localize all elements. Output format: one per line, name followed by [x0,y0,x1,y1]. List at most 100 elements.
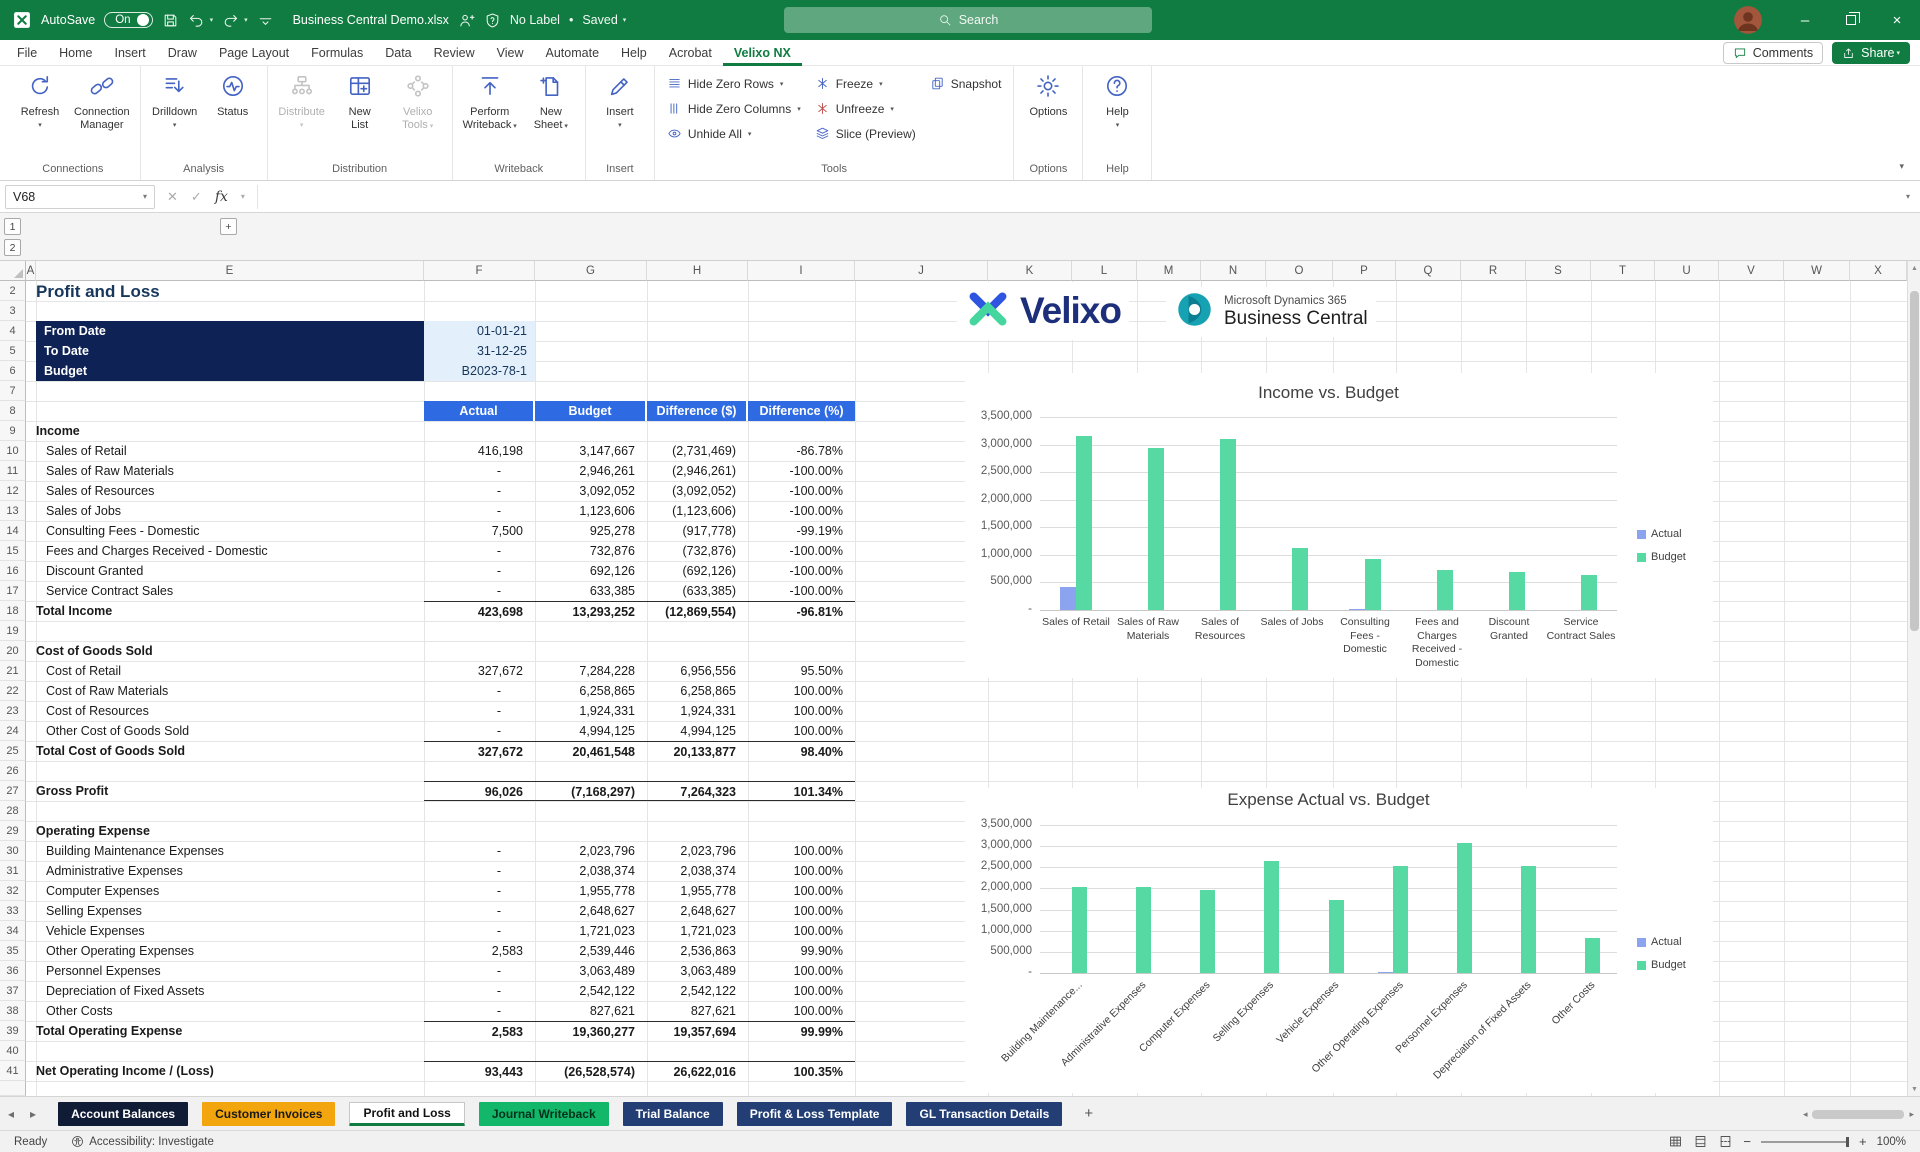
value-cell[interactable]: 827,621 [535,1001,647,1021]
zoom-level[interactable]: 100% [1877,1136,1906,1148]
chart-income-vs-budget[interactable]: Income vs. Budget-500,0001,000,0001,500,… [965,373,1713,678]
value-cell[interactable]: - [424,961,535,981]
value-cell[interactable]: (2,946,261) [647,461,748,481]
unhide-all-button[interactable]: Unhide All▾ [660,121,808,146]
row-label[interactable]: Gross Profit [36,781,424,801]
value-cell[interactable]: - [424,561,535,581]
table-column-header[interactable]: Budget [535,401,647,421]
value-cell[interactable]: 4,994,125 [647,721,748,741]
value-cell[interactable]: - [424,461,535,481]
value-cell[interactable]: - [424,581,535,601]
row-label[interactable]: Operating Expense [36,821,424,841]
column-header-E[interactable]: E [36,261,424,281]
value-cell[interactable]: 96,026 [424,781,535,801]
share-button[interactable]: Share ▾ [1832,42,1910,64]
row-header-4[interactable]: 4 [0,321,26,341]
value-cell[interactable]: 2,539,446 [535,941,647,961]
row-label[interactable]: Income [36,421,424,441]
column-header-V[interactable]: V [1719,261,1784,281]
undo-dropdown-icon[interactable]: ▾ [210,17,214,24]
param-label[interactable]: From Date [36,321,424,341]
value-cell[interactable]: 327,672 [424,661,535,681]
value-cell[interactable]: 1,955,778 [535,881,647,901]
menu-tab-view[interactable]: View [486,40,535,66]
value-cell[interactable]: 3,092,052 [535,481,647,501]
snapshot-button[interactable]: Snapshot [923,71,1009,96]
column-header-X[interactable]: X [1850,261,1907,281]
menu-tab-draw[interactable]: Draw [157,40,208,66]
value-cell[interactable]: 100.00% [748,881,855,901]
value-cell[interactable]: 99.99% [748,1021,855,1041]
row-label[interactable]: Cost of Goods Sold [36,641,424,661]
value-cell[interactable]: - [424,701,535,721]
value-cell[interactable]: - [424,901,535,921]
row-header-3[interactable]: 3 [0,301,26,321]
row-label[interactable]: Cost of Retail [36,661,424,681]
value-cell[interactable]: 692,126 [535,561,647,581]
value-cell[interactable]: 416,198 [424,441,535,461]
value-cell[interactable]: 2,038,374 [647,861,748,881]
customize-qat-icon[interactable] [257,12,274,29]
select-all-corner[interactable] [0,261,26,281]
zoom-knob[interactable] [1846,1137,1849,1147]
value-cell[interactable]: 20,133,877 [647,741,748,761]
row-header-28[interactable]: 28 [0,801,26,821]
restore-button[interactable] [1828,0,1874,40]
value-cell[interactable]: 100.00% [748,981,855,1001]
value-cell[interactable]: 13,293,252 [535,601,647,621]
value-cell[interactable]: - [424,481,535,501]
value-cell[interactable]: 1,721,023 [535,921,647,941]
undo-icon[interactable] [188,12,205,29]
row-label[interactable]: Cost of Raw Materials [36,681,424,701]
autosave-toggle[interactable]: On [104,12,152,28]
table-column-header[interactable]: Difference (%) [748,401,855,421]
menu-tab-insert[interactable]: Insert [104,40,157,66]
outline-level-2-button[interactable]: 2 [4,239,21,256]
minimize-button[interactable]: – [1782,0,1828,40]
menu-tab-page-layout[interactable]: Page Layout [208,40,300,66]
column-header-P[interactable]: P [1333,261,1396,281]
table-column-header[interactable]: Difference ($) [647,401,748,421]
value-cell[interactable]: - [424,501,535,521]
value-cell[interactable]: 100.35% [748,1061,855,1081]
value-cell[interactable]: 4,994,125 [535,721,647,741]
value-cell[interactable]: 100.00% [748,721,855,741]
value-cell[interactable]: 2,542,122 [647,981,748,1001]
value-cell[interactable]: - [424,861,535,881]
column-header-I[interactable]: I [748,261,855,281]
value-cell[interactable]: 101.34% [748,781,855,801]
row-label[interactable]: Sales of Resources [36,481,424,501]
row-label[interactable]: Fees and Charges Received - Domestic [36,541,424,561]
column-header-W[interactable]: W [1784,261,1850,281]
value-cell[interactable]: 7,284,228 [535,661,647,681]
row-label[interactable]: Discount Granted [36,561,424,581]
row-header-25[interactable]: 25 [0,741,26,761]
column-header-S[interactable]: S [1526,261,1591,281]
menu-tab-automate[interactable]: Automate [535,40,611,66]
param-label[interactable]: To Date [36,341,424,361]
options-button[interactable]: Options [1019,68,1077,119]
value-cell[interactable]: 100.00% [748,681,855,701]
menu-tab-acrobat[interactable]: Acrobat [658,40,723,66]
row-header-19[interactable]: 19 [0,621,26,641]
value-cell[interactable]: 2,583 [424,941,535,961]
row-header-40[interactable]: 40 [0,1041,26,1061]
row-header-7[interactable]: 7 [0,381,26,401]
row-header-39[interactable]: 39 [0,1021,26,1041]
value-cell[interactable]: 98.40% [748,741,855,761]
excel-app-icon[interactable] [12,10,32,30]
sheet-tab-account-balances[interactable]: Account Balances [58,1102,188,1126]
menu-tab-help[interactable]: Help [610,40,658,66]
close-button[interactable]: × [1874,0,1920,40]
row-header-18[interactable]: 18 [0,601,26,621]
value-cell[interactable]: 19,357,694 [647,1021,748,1041]
unfreeze-button[interactable]: Unfreeze▾ [808,96,923,121]
value-cell[interactable]: 6,956,556 [647,661,748,681]
row-header-29[interactable]: 29 [0,821,26,841]
row-label[interactable]: Service Contract Sales [36,581,424,601]
horizontal-scroll-thumb[interactable] [1812,1110,1904,1119]
column-header-U[interactable]: U [1655,261,1719,281]
param-value[interactable]: B2023-78-1 [424,361,535,381]
value-cell[interactable]: 2,542,122 [535,981,647,1001]
value-cell[interactable]: 1,955,778 [647,881,748,901]
